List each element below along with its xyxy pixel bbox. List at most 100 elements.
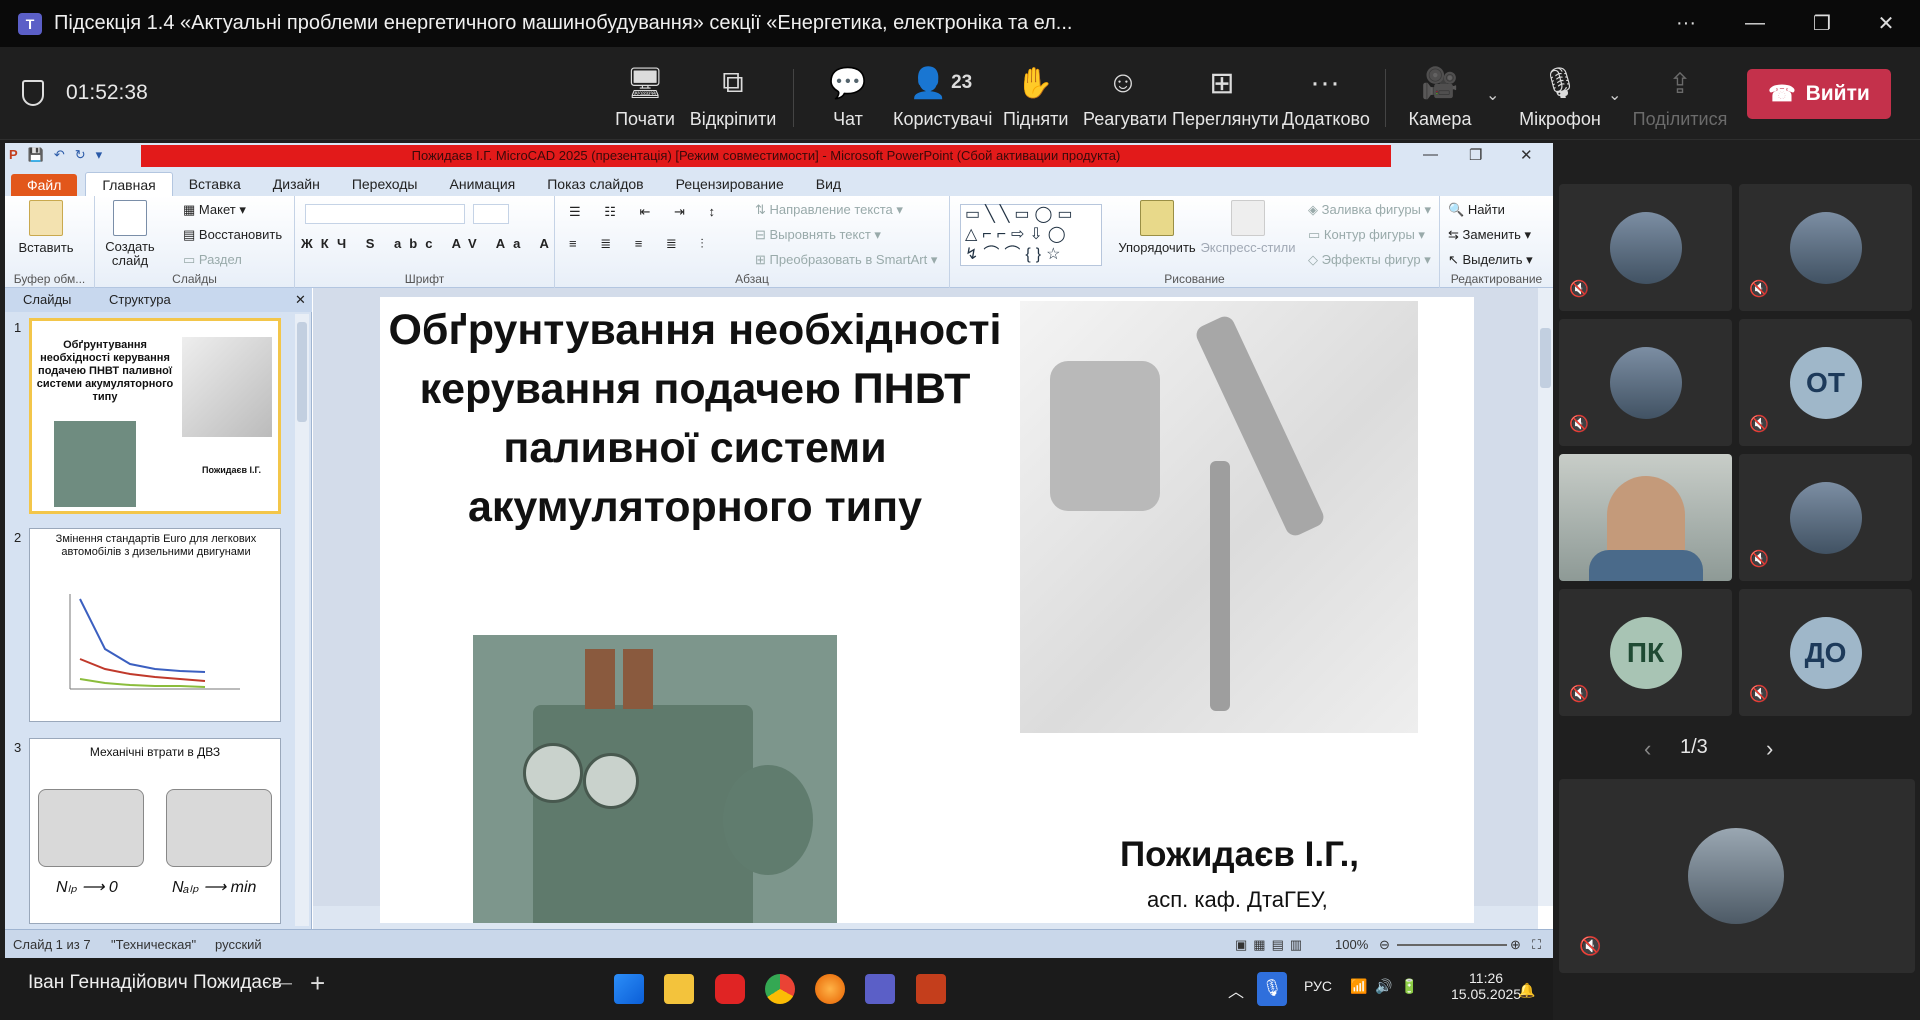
more-button[interactable]: ··· Додатково <box>1282 63 1370 130</box>
clock[interactable]: 11:26 15.05.2025 <box>1451 970 1521 1002</box>
slide-thumb-1[interactable]: Обґрунтування необхідності керування под… <box>29 318 281 514</box>
participant-tile[interactable]: 🔇 <box>1739 454 1912 581</box>
share-button[interactable]: ⇪ Поділитися <box>1632 63 1728 130</box>
prev-page-icon[interactable]: ‹ <box>1644 736 1651 762</box>
participant-tile[interactable]: 🔇 <box>1559 184 1732 311</box>
ppt-close-button[interactable]: ✕ <box>1520 146 1533 164</box>
unpin-button[interactable]: ⧉ Відкріпити <box>688 63 778 130</box>
shapes-gallery[interactable]: ▭╲╲▭◯▭ △⌐⌐⇨⇩◯ ↯⌒⌒{}☆ <box>960 204 1102 266</box>
windows-start-icon[interactable] <box>614 974 644 1004</box>
chrome-icon[interactable] <box>765 974 795 1004</box>
camera-button[interactable]: 🎥 Камера <box>1408 63 1472 130</box>
paste-button[interactable]: Вставить <box>11 200 81 255</box>
tab-transitions[interactable]: Переходы <box>336 172 434 196</box>
participant-tile[interactable]: ОТ 🔇 <box>1739 319 1912 446</box>
tab-design[interactable]: Дизайн <box>257 172 336 196</box>
align-buttons[interactable]: ≡ ≣ ≡ ≣ ⫶ <box>569 236 714 252</box>
people-button[interactable]: 👤 23 Користувачі <box>893 63 992 130</box>
quick-styles-button[interactable]: Экспресс-стили <box>1200 200 1296 255</box>
zoom-in-icon[interactable]: ⊕ <box>1510 937 1521 953</box>
undo-icon[interactable]: ↶ <box>54 147 65 163</box>
mic-options-chevron-icon[interactable]: ⌄ <box>1608 85 1621 105</box>
slide-thumb-2[interactable]: Змінення стандартів Euro для легкових ав… <box>29 528 281 722</box>
camera-options-chevron-icon[interactable]: ⌄ <box>1486 85 1499 105</box>
raise-hand-button[interactable]: ✋ Підняти <box>1003 63 1068 130</box>
font-format-buttons[interactable]: ЖКЧ S abc AV Aa A <box>301 236 557 251</box>
participant-tile[interactable]: 🔇 <box>1559 319 1732 446</box>
tab-file[interactable]: Файл <box>11 174 78 196</box>
scrollbar-thumb[interactable] <box>297 322 307 422</box>
list-buttons[interactable]: ☰ ☷ ⇤ ⇥ ↕ <box>569 204 725 220</box>
tab-slideshow[interactable]: Показ слайдов <box>531 172 659 196</box>
shape-outline-button[interactable]: ▭ Контур фигуры ▾ <box>1308 227 1425 243</box>
self-view-tile[interactable]: 🔇 <box>1559 779 1915 973</box>
fit-slide-icon[interactable]: ⛶ <box>1532 937 1541 953</box>
minimize-button[interactable]: — <box>1725 0 1785 47</box>
tab-slides[interactable]: Слайды <box>23 292 71 307</box>
shape-effects-button[interactable]: ◇ Эффекты фигур ▾ <box>1308 252 1431 268</box>
view-buttons[interactable]: ▣▦▤▥ <box>1235 937 1308 953</box>
next-page-icon[interactable]: › <box>1766 736 1773 762</box>
new-slide-button[interactable]: Создать слайд <box>101 200 159 268</box>
customize-qat-icon[interactable]: ▾ <box>96 147 103 163</box>
mic-button[interactable]: 🎙 Мікрофон <box>1518 63 1602 130</box>
scrollbar-thumb[interactable] <box>1540 328 1551 388</box>
react-button[interactable]: ☺ Реагувати <box>1083 63 1167 130</box>
powerpoint-icon[interactable] <box>916 974 946 1004</box>
firefox-icon[interactable] <box>815 974 845 1004</box>
participant-video-tile[interactable] <box>1559 454 1732 581</box>
teams-icon[interactable] <box>865 974 895 1004</box>
tab-outline[interactable]: Структура <box>109 292 171 307</box>
tab-review[interactable]: Рецензирование <box>660 172 800 196</box>
participant-tile[interactable]: ПК 🔇 <box>1559 589 1732 716</box>
ppt-minimize-button[interactable]: — <box>1423 146 1438 163</box>
text-direction-button[interactable]: ⇅ Направление текста ▾ <box>755 202 903 218</box>
participant-tile[interactable]: 🔇 <box>1739 184 1912 311</box>
section-button[interactable]: ▭ Раздел <box>183 252 242 268</box>
find-button[interactable]: 🔍 Найти <box>1448 202 1505 218</box>
zoom-slider[interactable] <box>1397 944 1507 946</box>
notifications-icon[interactable]: 🔔 <box>1518 982 1535 999</box>
font-size-select[interactable] <box>473 204 509 224</box>
microphone-icon[interactable]: 🎙 <box>1257 972 1287 1006</box>
more-options-button[interactable]: ··· <box>1656 0 1716 47</box>
tab-view[interactable]: Вид <box>800 172 857 196</box>
tray-chevron-icon[interactable]: ︿ <box>1228 978 1244 1002</box>
save-icon[interactable]: 💾 <box>28 147 44 163</box>
people-icon: 👤 23 <box>909 66 973 100</box>
add-icon[interactable]: + <box>310 968 325 999</box>
slide-scrollbar[interactable] <box>1538 288 1553 906</box>
youtube-icon[interactable] <box>715 974 745 1004</box>
tab-home[interactable]: Главная <box>85 172 173 196</box>
current-slide[interactable]: Обґрунтування необхідності керування под… <box>380 297 1474 923</box>
zoom-level[interactable]: 100% <box>1335 937 1368 952</box>
ppt-restore-button[interactable]: ❐ <box>1469 146 1482 164</box>
reset-button[interactable]: ▤ Восстановить <box>183 227 282 243</box>
replace-button[interactable]: ⇆ Заменить ▾ <box>1448 227 1531 243</box>
arrange-button[interactable]: Упорядочить <box>1115 200 1199 255</box>
chat-button[interactable]: 💬 Чат <box>818 63 878 130</box>
redo-icon[interactable]: ↻ <box>75 147 86 163</box>
select-button[interactable]: ↖ Выделить ▾ <box>1448 252 1533 268</box>
participant-tile[interactable]: ДО 🔇 <box>1739 589 1912 716</box>
tray-icons[interactable]: 📶🔊🔋 <box>1350 978 1426 995</box>
font-family-select[interactable] <box>305 204 465 224</box>
input-language[interactable]: РУС <box>1304 978 1332 994</box>
tab-insert[interactable]: Вставка <box>173 172 257 196</box>
layout-button[interactable]: ▦ Макет ▾ <box>183 202 246 218</box>
zoom-out-icon[interactable]: ⊖ <box>1379 937 1390 953</box>
slide-thumb-3[interactable]: Механічні втрати в ДВЗ Nₗₚ ⟶ 0 Nₐₗₚ ⟶ mi… <box>29 738 281 924</box>
close-button[interactable]: ✕ <box>1856 0 1916 47</box>
panel-scrollbar[interactable] <box>295 314 309 926</box>
panel-close-icon[interactable]: ✕ <box>295 292 306 308</box>
start-button[interactable]: 🖥 Почати <box>610 63 680 130</box>
shape-fill-button[interactable]: ◈ Заливка фигуры ▾ <box>1308 202 1431 218</box>
maximize-button[interactable]: ❐ <box>1792 0 1852 47</box>
smartart-button[interactable]: ⊞ Преобразовать в SmartArt ▾ <box>755 252 937 268</box>
align-text-button[interactable]: ⊟ Выровнять текст ▾ <box>755 227 881 243</box>
tab-animation[interactable]: Анимация <box>434 172 532 196</box>
pump-cylinder <box>523 743 583 803</box>
leave-button[interactable]: ☎ Вийти <box>1747 69 1891 119</box>
view-button[interactable]: ⊞ Переглянути <box>1172 63 1279 130</box>
file-explorer-icon[interactable] <box>664 974 694 1004</box>
